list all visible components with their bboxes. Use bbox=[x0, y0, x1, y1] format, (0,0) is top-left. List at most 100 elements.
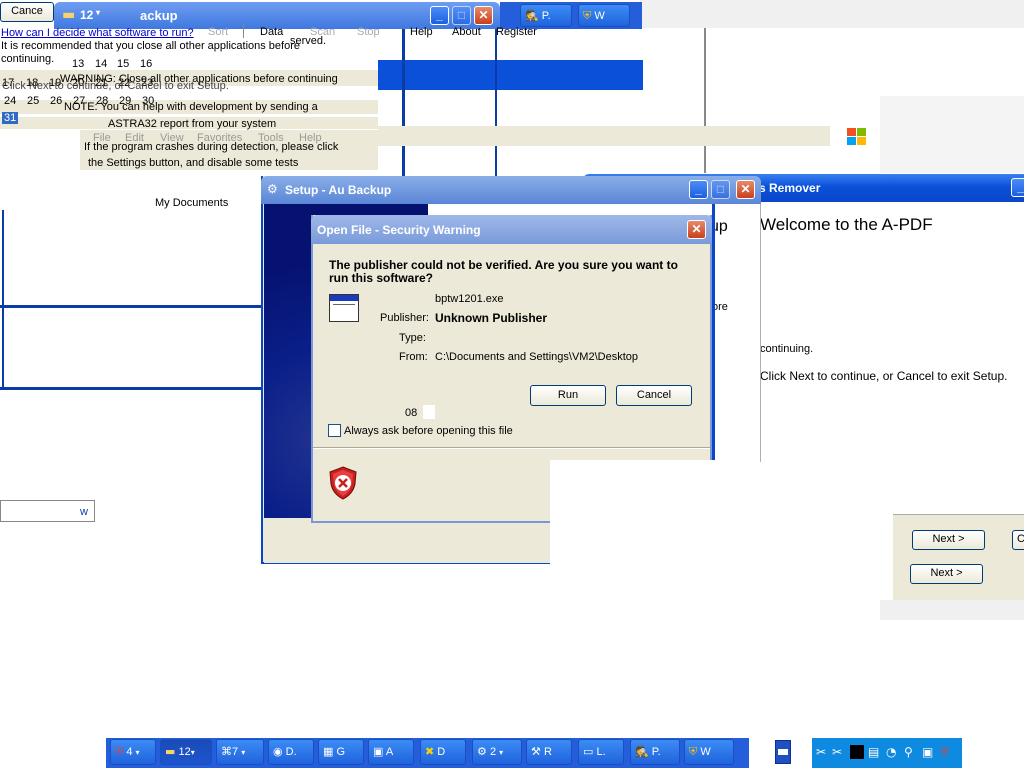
taskbar-item[interactable]: ⚙ 2 ▾ bbox=[472, 739, 522, 765]
shield-icon: ⛨ bbox=[689, 745, 698, 758]
tray-icon[interactable]: ▣ bbox=[922, 745, 933, 759]
next-button-2[interactable]: Next > bbox=[910, 564, 983, 584]
shield-icon: ⛨ bbox=[583, 9, 592, 22]
tab-sort[interactable]: Sort bbox=[208, 26, 228, 38]
apdf-left-border bbox=[760, 200, 761, 462]
taskbar-item[interactable]: 🕵 P. bbox=[630, 739, 680, 765]
taskbar-item[interactable]: ▬ 12▾ bbox=[160, 739, 212, 765]
explorer-dropdown-icon: ▾ bbox=[96, 8, 101, 17]
apdf-welcome-heading: Welcome to the A-PDF bbox=[760, 215, 933, 234]
minimize-button[interactable]: _ bbox=[430, 6, 449, 25]
tab-register[interactable]: Register bbox=[496, 26, 537, 38]
setup-minimize-button[interactable]: _ bbox=[689, 180, 708, 199]
apdf-minimize-button[interactable]: _ bbox=[1011, 178, 1024, 197]
x-icon: ✖ bbox=[425, 745, 435, 758]
taskbar-item[interactable]: ⌘7 ▾ bbox=[216, 739, 264, 765]
next-panel bbox=[893, 514, 1024, 603]
security-dialog-title: Open File - Security Warning bbox=[317, 223, 481, 237]
keyboard-icon[interactable] bbox=[775, 740, 791, 764]
setup-bottom-bar bbox=[264, 518, 550, 563]
setup-app-icon: ⚙ bbox=[267, 182, 278, 196]
background-gray-top bbox=[640, 0, 1024, 28]
astra-text: ASTRA32 report from your system bbox=[108, 118, 277, 130]
chevron-down-icon: ▾ bbox=[190, 748, 195, 757]
top-taskbar-fragment: 🕵 P. ⛨ W bbox=[500, 2, 642, 29]
background-divider bbox=[402, 25, 405, 185]
always-ask-label[interactable]: Always ask before opening this file bbox=[344, 425, 513, 437]
help-link[interactable]: How can I decide what software to run? bbox=[1, 27, 194, 39]
chevron-down-icon: ▾ bbox=[135, 748, 140, 757]
tab-help[interactable]: Help bbox=[410, 26, 433, 38]
program-file-icon bbox=[329, 294, 359, 322]
taskbar-item[interactable]: ⛨ W bbox=[684, 739, 734, 765]
setup-icon: ⚙ bbox=[477, 745, 487, 758]
tab-about[interactable]: About bbox=[452, 26, 481, 38]
setup-right-border bbox=[712, 204, 715, 460]
next-button-c[interactable]: C bbox=[1012, 530, 1024, 550]
background-gray-panel bbox=[880, 96, 1024, 174]
tab-stop[interactable]: Stop bbox=[357, 26, 380, 38]
maximize-button[interactable]: □ bbox=[452, 6, 471, 25]
taskbar-item[interactable]: ◉ D. bbox=[268, 739, 314, 765]
background-cancel-button[interactable]: Cance bbox=[0, 2, 54, 22]
next-button-1[interactable]: Next > bbox=[912, 530, 985, 550]
run-button[interactable]: Run bbox=[530, 385, 606, 406]
taskbar-item[interactable]: ▭ L. bbox=[578, 739, 624, 765]
explorer-title-suffix: ackup bbox=[140, 8, 178, 23]
taskbar-item[interactable]: ▦ G bbox=[318, 739, 364, 765]
spy-icon: 🕵 bbox=[525, 9, 539, 22]
film-icon: ▦ bbox=[323, 745, 334, 758]
file-name: bptw1201.exe bbox=[435, 293, 504, 305]
security-shield-icon bbox=[328, 466, 358, 500]
top-taskbar-item[interactable]: 🕵 P. bbox=[520, 4, 572, 27]
background-divider bbox=[495, 25, 497, 180]
setup-maximize-button[interactable]: □ bbox=[711, 180, 730, 199]
background-divider bbox=[0, 387, 262, 390]
tray-icon[interactable]: ✂ bbox=[832, 745, 842, 759]
from-value: C:\Documents and Settings\VM2\Desktop bbox=[435, 351, 638, 363]
click-text: Click Next to continue, or Cancel to exi… bbox=[2, 80, 229, 92]
tray-icon[interactable]: ⚲ bbox=[904, 745, 913, 759]
tray-icon[interactable]: ▤ bbox=[868, 745, 879, 759]
shield-icon[interactable]: ⛨ bbox=[940, 745, 949, 760]
folder-icon: ▬ bbox=[165, 745, 176, 758]
taskbar-item[interactable]: ✖ D bbox=[420, 739, 466, 765]
system-tray: ✂ ✂ ▤ ◔ ⚲ ▣ ⛨ bbox=[812, 738, 962, 768]
shield-icon: ⛨ bbox=[115, 745, 124, 758]
background-status-w: w bbox=[80, 506, 88, 518]
tray-icon[interactable] bbox=[850, 745, 864, 759]
close-button[interactable]: ✕ bbox=[474, 6, 493, 25]
tray-icon[interactable]: ◔ bbox=[886, 745, 896, 759]
calendar-selected-day[interactable]: 31 bbox=[2, 112, 19, 124]
app-icon: ▣ bbox=[373, 745, 384, 758]
setup-close-button[interactable]: ✕ bbox=[736, 180, 755, 199]
background-divider bbox=[2, 210, 4, 390]
always-ask-checkbox[interactable] bbox=[328, 424, 341, 437]
folder-icon: ▬ bbox=[62, 7, 76, 23]
spy-icon: 🕵 bbox=[635, 745, 649, 758]
background-gray-strip bbox=[378, 126, 830, 146]
next-panel-shadow bbox=[880, 600, 1024, 620]
overlap-white-block bbox=[550, 460, 714, 564]
disc-icon: ◉ bbox=[273, 745, 283, 758]
security-question: The publisher could not be verified. Are… bbox=[329, 258, 678, 285]
tray-icon[interactable]: ✂ bbox=[816, 745, 826, 759]
cancel-button[interactable]: Cancel bbox=[616, 385, 692, 406]
dialog-close-button[interactable]: ✕ bbox=[687, 220, 706, 239]
setup-titlebar: ⚙ Setup - Au Backup _ □ ✕ bbox=[261, 176, 761, 204]
taskbar-item[interactable]: ⚒ R bbox=[526, 739, 572, 765]
apdf-click-next-text: Click Next to continue, or Cancel to exi… bbox=[760, 369, 1008, 383]
crash-text: If the program crashes during detection,… bbox=[84, 141, 339, 153]
taskbar-item[interactable]: ⛨ 4 ▾ bbox=[110, 739, 156, 765]
network-icon: ⌘ bbox=[221, 745, 232, 758]
field-08-box bbox=[423, 405, 435, 419]
windows-logo-icon bbox=[847, 128, 867, 146]
top-taskbar-item[interactable]: ⛨ W bbox=[578, 4, 630, 27]
explorer-titlebar: ▬ 12 ▾ ackup _ □ ✕ bbox=[54, 2, 500, 29]
tab-data[interactable]: Data bbox=[260, 26, 283, 38]
apdf-title: s Remover bbox=[759, 181, 821, 195]
from-label: From: bbox=[399, 351, 428, 363]
my-documents-label[interactable]: My Documents bbox=[155, 197, 228, 209]
taskbar-item[interactable]: ▣ A bbox=[368, 739, 414, 765]
tool-icon: ⚒ bbox=[531, 745, 541, 758]
